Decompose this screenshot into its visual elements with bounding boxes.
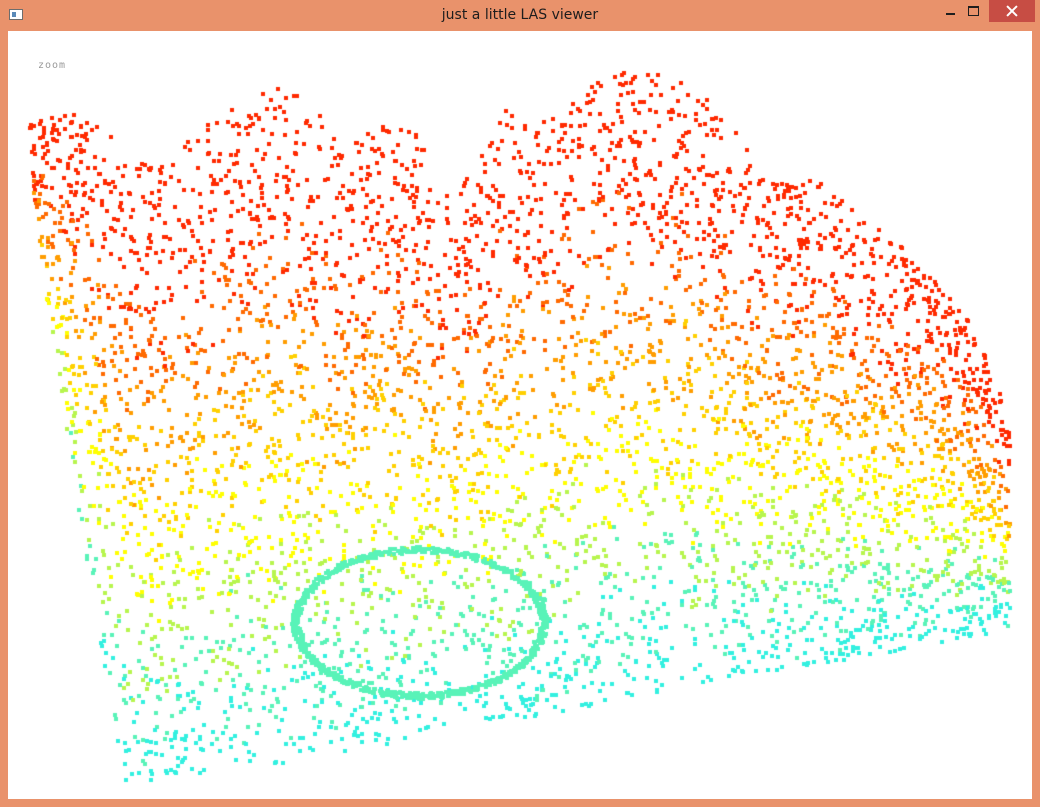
maximize-button[interactable] [958,0,988,22]
close-icon [1006,5,1018,17]
point-cloud-viewport[interactable]: zoom [8,31,1032,799]
maximize-icon [967,6,979,16]
window-title: just a little LAS viewer [441,7,599,23]
title-bar[interactable]: just a little LAS viewer [0,0,1040,31]
app-window: just a little LAS viewer zoom [0,0,1040,807]
zoom-label: zoom [38,60,67,71]
point-cloud-canvas[interactable] [8,31,1032,799]
minimize-icon [945,12,955,15]
close-button[interactable] [989,0,1035,22]
